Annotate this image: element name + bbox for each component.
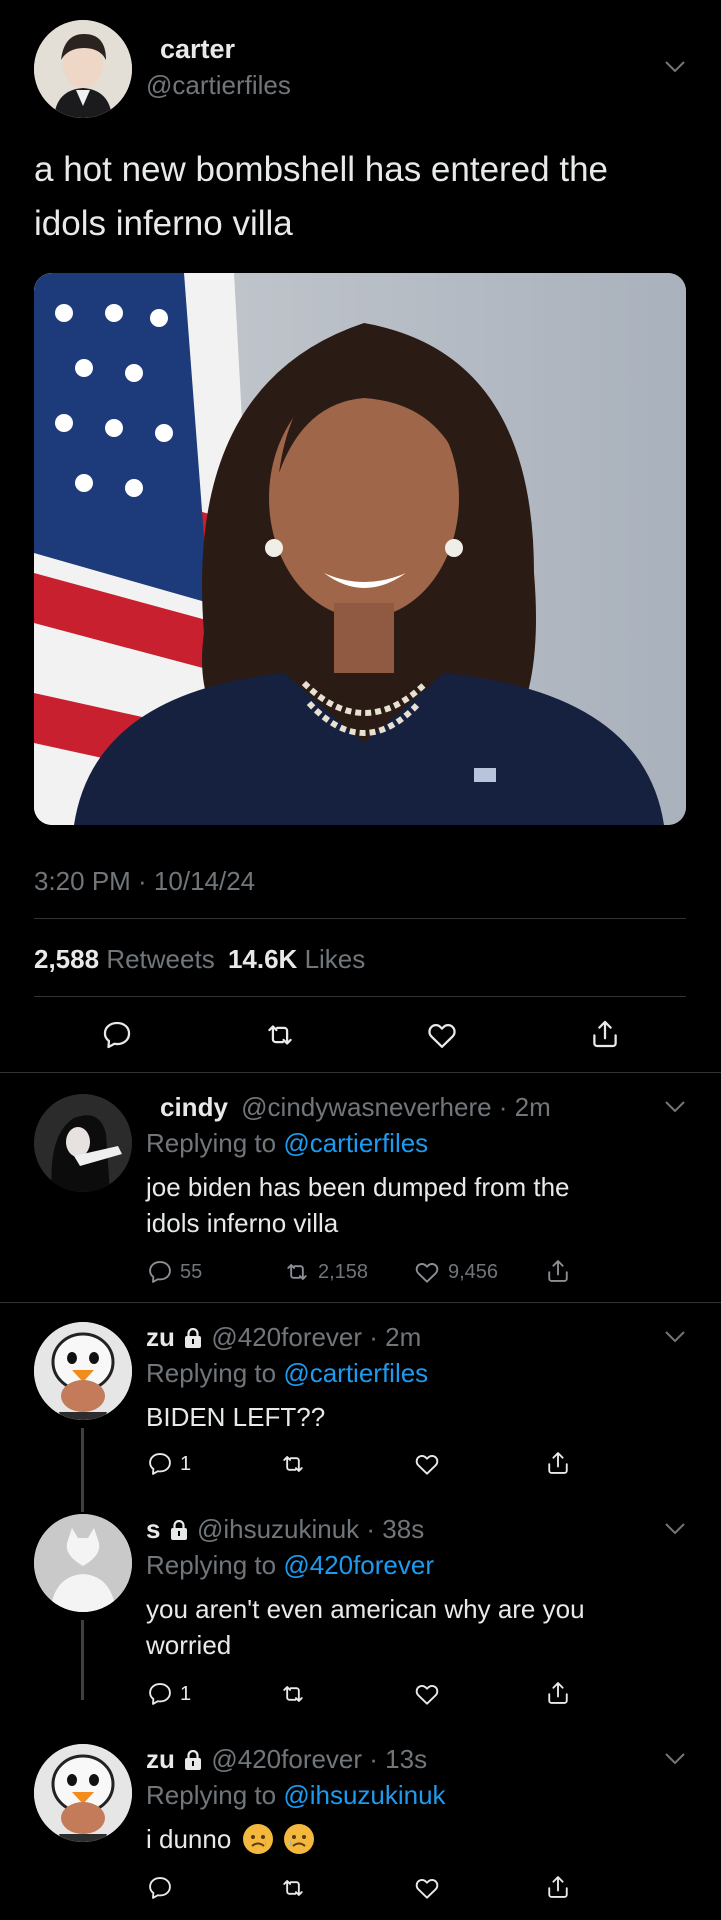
reply-text-line-2: worried [146,1630,232,1660]
reply-action[interactable]: 55 [146,1258,202,1286]
lock-icon [170,1520,188,1540]
chevron-down-icon[interactable] [664,60,686,74]
like-icon[interactable] [412,1680,442,1708]
retweet-count: 2,158 [318,1260,369,1283]
replying-to-label: Replying to [146,1550,277,1580]
reply-handle-time[interactable]: @ihsuzukinuk · 38s [197,1514,424,1544]
tweet-timestamp: 3:20 PM · 10/14/24 [34,866,256,896]
share-icon[interactable] [544,1256,572,1286]
divider [34,996,686,997]
tweet-photo[interactable] [34,273,686,825]
retweets-count[interactable]: 2,588 [34,944,99,974]
avatar[interactable] [34,1094,132,1192]
reply-count: 1 [180,1452,192,1475]
replying-to-label: Replying to [146,1128,277,1158]
tweet-text-line-1: a hot new bombshell has entered the [34,150,608,189]
reply-icon [149,1683,171,1705]
chevron-down-icon[interactable] [664,1752,686,1766]
tweet-text-line-2: idols inferno villa [34,204,293,243]
reply-action[interactable]: 1 [146,1450,191,1478]
reply-header: cindy @cindywasneverhere · 2m [160,1092,551,1123]
replying-to: Replying to @ihsuzukinuk [146,1780,446,1811]
reply-text-line-1: you aren't even american why are you [146,1594,585,1624]
thread-line [81,1428,84,1512]
avatar[interactable] [34,20,132,118]
avatar[interactable] [34,1322,132,1420]
replying-to-link[interactable]: @420forever [283,1550,434,1580]
reply-icon [149,1261,171,1283]
reply-author-name[interactable]: s [146,1514,160,1544]
replying-to: Replying to @cartierfiles [146,1358,428,1389]
chevron-down-icon[interactable] [664,1330,686,1344]
retweets-label[interactable]: Retweets [106,944,214,974]
replying-to-label: Replying to [146,1358,277,1388]
like-icon[interactable] [412,1874,442,1902]
share-icon[interactable] [588,1016,622,1052]
like-count: 9,456 [448,1260,499,1283]
thread-line [81,1620,84,1700]
reply-count: 55 [180,1260,203,1283]
avatar[interactable] [34,1744,132,1842]
reply-icon[interactable] [100,1018,134,1052]
replying-to-link[interactable]: @cartierfiles [283,1128,428,1158]
share-icon[interactable] [544,1872,572,1902]
reply-handle-time[interactable]: @cindywasneverhere · 2m [241,1092,551,1122]
reply-text-line-1: i dunno [146,1824,232,1854]
reply-handle-time[interactable]: @420forever · 13s [211,1744,427,1774]
reply-author-name[interactable]: cindy [160,1092,228,1122]
retweet-icon[interactable] [278,1680,308,1708]
reply-handle-time[interactable]: @420forever · 2m [211,1322,421,1352]
divider [0,1302,721,1303]
divider [0,1072,721,1073]
reply-icon[interactable] [146,1874,174,1902]
replying-to-link[interactable]: @ihsuzukinuk [283,1780,445,1810]
reply-header: zu @420forever · 13s [146,1744,427,1775]
avatar[interactable] [34,1514,132,1612]
likes-count[interactable]: 14.6K [228,944,297,974]
reply-author-name[interactable]: zu [146,1322,175,1352]
share-icon[interactable] [544,1678,572,1708]
divider [34,918,686,919]
reply-text-line-2: idols inferno villa [146,1208,339,1238]
reply-text-line-1: joe biden has been dumped from the [146,1172,570,1202]
reply-header: s @ihsuzukinuk · 38s [146,1514,424,1545]
lock-icon [184,1750,202,1770]
replying-to: Replying to @420forever [146,1550,434,1581]
author-handle[interactable]: @cartierfiles [146,70,291,101]
chevron-down-icon[interactable] [664,1522,686,1536]
reply-text-line-1: BIDEN LEFT?? [146,1402,326,1432]
like-icon[interactable] [424,1018,460,1052]
retweet-icon[interactable] [278,1450,308,1478]
like-icon[interactable] [412,1450,442,1478]
reply-icon [149,1453,171,1475]
share-icon[interactable] [544,1448,572,1478]
retweet-action[interactable]: 2,158 [282,1258,368,1286]
tweet-stats: 2,588 Retweets 14.6K Likes [34,944,365,975]
sad-emoji-icon [283,1824,314,1854]
chevron-down-icon[interactable] [664,1100,686,1114]
like-action[interactable]: 9,456 [412,1258,498,1286]
retweet-icon[interactable] [278,1874,308,1902]
reply-author-name[interactable]: zu [146,1744,175,1774]
retweet-icon [287,1264,307,1280]
reply-count: 1 [180,1682,192,1705]
reply-header: zu @420forever · 2m [146,1322,421,1353]
replying-to: Replying to @cartierfiles [146,1128,428,1159]
sad-emoji-icon [242,1824,273,1854]
replying-to-label: Replying to [146,1780,277,1810]
reply-text: i dunno [146,1824,314,1855]
likes-label[interactable]: Likes [305,944,366,974]
lock-icon [184,1328,202,1348]
like-icon [415,1263,439,1283]
author-name[interactable]: carter [160,34,235,65]
reply-action[interactable]: 1 [146,1680,191,1708]
retweet-icon[interactable] [262,1018,298,1052]
replying-to-link[interactable]: @cartierfiles [283,1358,428,1388]
